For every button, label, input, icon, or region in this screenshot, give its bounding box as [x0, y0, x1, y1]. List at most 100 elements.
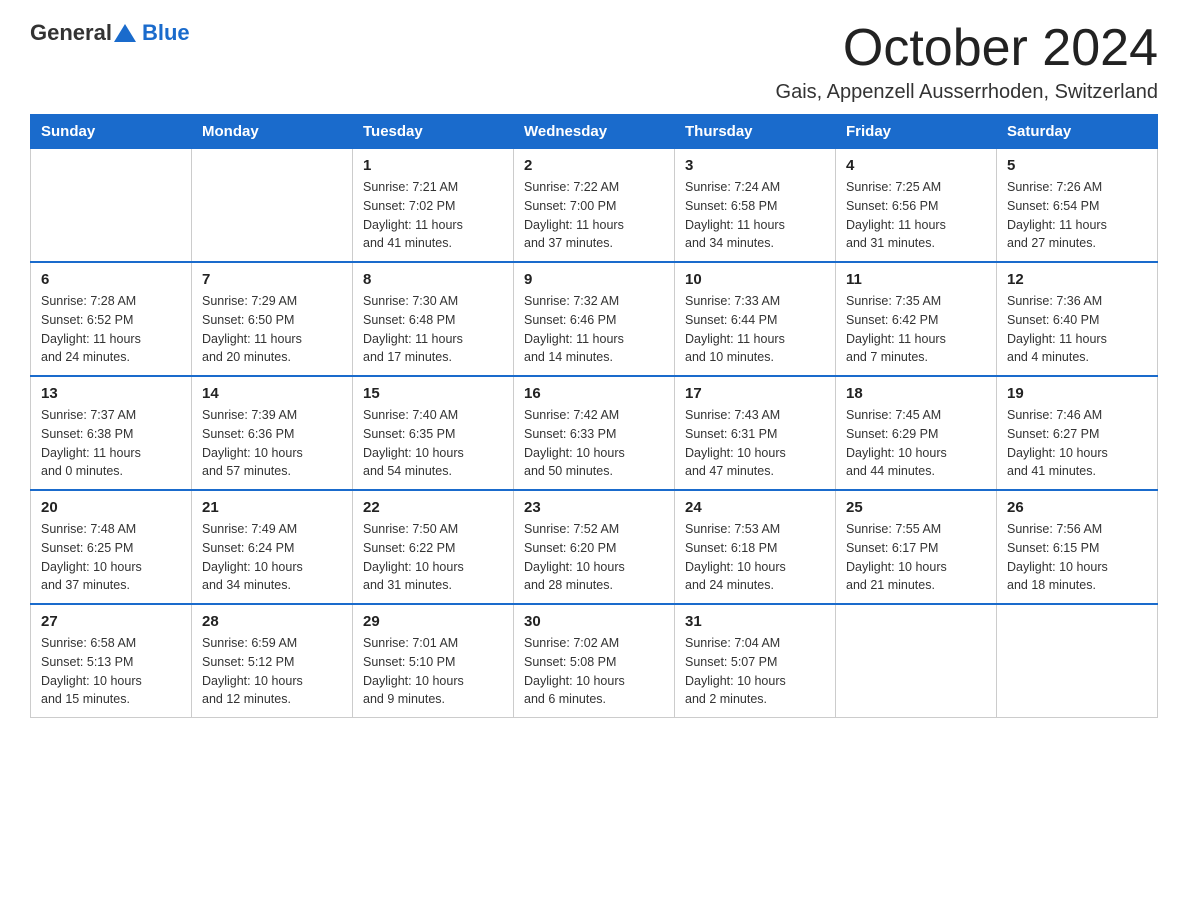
calendar-cell: 5 Sunrise: 7:26 AM Sunset: 6:54 PM Daylig…	[997, 149, 1158, 263]
day-info: Sunrise: 7:25 AM Sunset: 6:56 PM Dayligh…	[846, 178, 986, 253]
day-info: Sunrise: 7:43 AM Sunset: 6:31 PM Dayligh…	[685, 406, 825, 481]
header-thursday: Thursday	[675, 115, 836, 149]
calendar-cell: 10 Sunrise: 7:33 AM Sunset: 6:44 PM Dayli…	[675, 262, 836, 376]
day-info: Sunrise: 6:59 AM Sunset: 5:12 PM Dayligh…	[202, 634, 342, 709]
day-info: Sunrise: 7:53 AM Sunset: 6:18 PM Dayligh…	[685, 520, 825, 595]
day-info: Sunrise: 7:42 AM Sunset: 6:33 PM Dayligh…	[524, 406, 664, 481]
day-number: 28	[202, 613, 342, 630]
header-friday: Friday	[836, 115, 997, 149]
day-number: 7	[202, 271, 342, 288]
day-number: 12	[1007, 271, 1147, 288]
week-row-4: 27 Sunrise: 6:58 AM Sunset: 5:13 PM Dayli…	[31, 604, 1158, 718]
calendar-cell: 3 Sunrise: 7:24 AM Sunset: 6:58 PM Daylig…	[675, 149, 836, 263]
month-title: October 2024	[776, 20, 1158, 77]
day-number: 17	[685, 385, 825, 402]
day-info: Sunrise: 7:33 AM Sunset: 6:44 PM Dayligh…	[685, 292, 825, 367]
calendar-cell: 23 Sunrise: 7:52 AM Sunset: 6:20 PM Dayli…	[514, 490, 675, 604]
day-number: 22	[363, 499, 503, 516]
day-number: 23	[524, 499, 664, 516]
calendar-cell: 18Sunrise: 7:45 AM Sunset: 6:29 PM Dayli…	[836, 376, 997, 490]
day-number: 27	[41, 613, 181, 630]
calendar-cell: 20Sunrise: 7:48 AM Sunset: 6:25 PM Dayli…	[31, 490, 192, 604]
calendar-cell: 2 Sunrise: 7:22 AM Sunset: 7:00 PM Daylig…	[514, 149, 675, 263]
calendar-cell: 7 Sunrise: 7:29 AM Sunset: 6:50 PM Daylig…	[192, 262, 353, 376]
header-tuesday: Tuesday	[353, 115, 514, 149]
day-number: 3	[685, 157, 825, 174]
day-info: Sunrise: 7:56 AM Sunset: 6:15 PM Dayligh…	[1007, 520, 1147, 595]
day-info: Sunrise: 7:29 AM Sunset: 6:50 PM Dayligh…	[202, 292, 342, 367]
day-number: 16	[524, 385, 664, 402]
calendar-cell: 13Sunrise: 7:37 AM Sunset: 6:38 PM Dayli…	[31, 376, 192, 490]
calendar-cell: 6 Sunrise: 7:28 AM Sunset: 6:52 PM Daylig…	[31, 262, 192, 376]
day-info: Sunrise: 7:39 AM Sunset: 6:36 PM Dayligh…	[202, 406, 342, 481]
calendar-header: SundayMondayTuesdayWednesdayThursdayFrid…	[31, 115, 1158, 149]
week-row-2: 13Sunrise: 7:37 AM Sunset: 6:38 PM Dayli…	[31, 376, 1158, 490]
day-info: Sunrise: 7:49 AM Sunset: 6:24 PM Dayligh…	[202, 520, 342, 595]
calendar-cell	[836, 604, 997, 718]
calendar-cell: 27 Sunrise: 6:58 AM Sunset: 5:13 PM Dayli…	[31, 604, 192, 718]
day-info: Sunrise: 7:26 AM Sunset: 6:54 PM Dayligh…	[1007, 178, 1147, 253]
calendar-cell: 12 Sunrise: 7:36 AM Sunset: 6:40 PM Dayli…	[997, 262, 1158, 376]
day-number: 9	[524, 271, 664, 288]
calendar-table: SundayMondayTuesdayWednesdayThursdayFrid…	[30, 114, 1158, 718]
calendar-cell: 4 Sunrise: 7:25 AM Sunset: 6:56 PM Daylig…	[836, 149, 997, 263]
day-info: Sunrise: 7:24 AM Sunset: 6:58 PM Dayligh…	[685, 178, 825, 253]
day-number: 10	[685, 271, 825, 288]
day-number: 30	[524, 613, 664, 630]
day-number: 8	[363, 271, 503, 288]
day-number: 25	[846, 499, 986, 516]
day-info: Sunrise: 7:22 AM Sunset: 7:00 PM Dayligh…	[524, 178, 664, 253]
calendar-cell	[997, 604, 1158, 718]
logo: General Blue	[30, 20, 190, 46]
header-wednesday: Wednesday	[514, 115, 675, 149]
calendar-cell: 24 Sunrise: 7:53 AM Sunset: 6:18 PM Dayli…	[675, 490, 836, 604]
calendar-cell: 31Sunrise: 7:04 AM Sunset: 5:07 PM Dayli…	[675, 604, 836, 718]
header-monday: Monday	[192, 115, 353, 149]
calendar-cell: 25 Sunrise: 7:55 AM Sunset: 6:17 PM Dayli…	[836, 490, 997, 604]
day-info: Sunrise: 7:30 AM Sunset: 6:48 PM Dayligh…	[363, 292, 503, 367]
header-saturday: Saturday	[997, 115, 1158, 149]
day-number: 1	[363, 157, 503, 174]
day-info: Sunrise: 7:45 AM Sunset: 6:29 PM Dayligh…	[846, 406, 986, 481]
page-header: General Blue October 2024 Gais, Appenzel…	[30, 20, 1158, 104]
day-number: 5	[1007, 157, 1147, 174]
day-number: 24	[685, 499, 825, 516]
header-row: SundayMondayTuesdayWednesdayThursdayFrid…	[31, 115, 1158, 149]
logo-general-text: General	[30, 20, 112, 46]
day-number: 15	[363, 385, 503, 402]
day-info: Sunrise: 7:32 AM Sunset: 6:46 PM Dayligh…	[524, 292, 664, 367]
day-number: 21	[202, 499, 342, 516]
day-number: 13	[41, 385, 181, 402]
calendar-cell: 22Sunrise: 7:50 AM Sunset: 6:22 PM Dayli…	[353, 490, 514, 604]
calendar-cell: 8 Sunrise: 7:30 AM Sunset: 6:48 PM Daylig…	[353, 262, 514, 376]
calendar-cell	[31, 149, 192, 263]
day-number: 2	[524, 157, 664, 174]
calendar-cell	[192, 149, 353, 263]
calendar-cell: 29 Sunrise: 7:01 AM Sunset: 5:10 PM Dayli…	[353, 604, 514, 718]
day-number: 19	[1007, 385, 1147, 402]
day-info: Sunrise: 7:02 AM Sunset: 5:08 PM Dayligh…	[524, 634, 664, 709]
day-info: Sunrise: 7:01 AM Sunset: 5:10 PM Dayligh…	[363, 634, 503, 709]
day-info: Sunrise: 6:58 AM Sunset: 5:13 PM Dayligh…	[41, 634, 181, 709]
day-number: 14	[202, 385, 342, 402]
day-info: Sunrise: 7:55 AM Sunset: 6:17 PM Dayligh…	[846, 520, 986, 595]
day-number: 29	[363, 613, 503, 630]
day-info: Sunrise: 7:52 AM Sunset: 6:20 PM Dayligh…	[524, 520, 664, 595]
logo-blue-text: Blue	[142, 20, 190, 45]
calendar-cell: 15 Sunrise: 7:40 AM Sunset: 6:35 PM Dayli…	[353, 376, 514, 490]
day-number: 4	[846, 157, 986, 174]
calendar-cell: 30 Sunrise: 7:02 AM Sunset: 5:08 PM Dayli…	[514, 604, 675, 718]
day-info: Sunrise: 7:48 AM Sunset: 6:25 PM Dayligh…	[41, 520, 181, 595]
week-row-0: 1 Sunrise: 7:21 AM Sunset: 7:02 PM Daylig…	[31, 149, 1158, 263]
day-info: Sunrise: 7:36 AM Sunset: 6:40 PM Dayligh…	[1007, 292, 1147, 367]
title-block: October 2024 Gais, Appenzell Ausserrhode…	[776, 20, 1158, 104]
day-info: Sunrise: 7:28 AM Sunset: 6:52 PM Dayligh…	[41, 292, 181, 367]
day-info: Sunrise: 7:40 AM Sunset: 6:35 PM Dayligh…	[363, 406, 503, 481]
day-number: 6	[41, 271, 181, 288]
calendar-cell: 28 Sunrise: 6:59 AM Sunset: 5:12 PM Dayli…	[192, 604, 353, 718]
day-info: Sunrise: 7:21 AM Sunset: 7:02 PM Dayligh…	[363, 178, 503, 253]
day-number: 31	[685, 613, 825, 630]
calendar-cell: 9 Sunrise: 7:32 AM Sunset: 6:46 PM Daylig…	[514, 262, 675, 376]
header-sunday: Sunday	[31, 115, 192, 149]
day-number: 26	[1007, 499, 1147, 516]
